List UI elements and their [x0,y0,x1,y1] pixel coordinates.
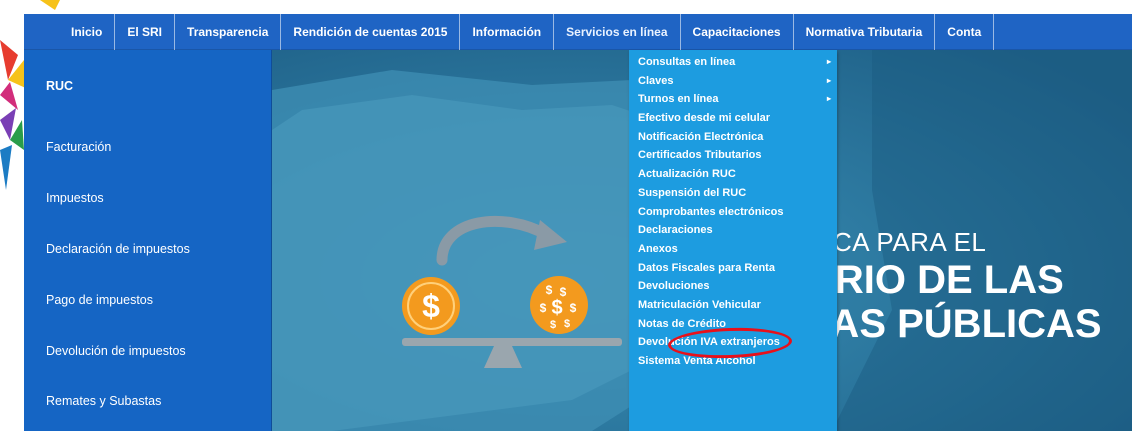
sidebar-item-remates-y-subastas[interactable]: Remates y Subastas [24,376,271,427]
svg-text:$: $ [546,283,553,297]
menu-item-label: Claves [638,74,674,87]
nav-item-capacitaciones[interactable]: Capacitaciones [681,13,794,50]
servicios-en-linea-dropdown: Consultas en línea ▸ Claves ▸ Turnos en lí… [629,50,837,431]
nav-item-contactos[interactable]: Conta [935,13,995,50]
nav-item-normativa-tributaria[interactable]: Normativa Tributaria [794,13,936,50]
menu-item-notificacion-electronica[interactable]: Notificación Electrónica [629,128,837,147]
svg-text:$: $ [564,318,570,330]
hero-line-3: ZAS PÚBLICAS [806,302,1102,346]
sidebar-item-declaracion-de-impuestos[interactable]: Declaración de impuestos [24,224,271,275]
hero-headline: NICA PARA EL BRIO DE LAS ZAS PÚBLICAS [806,225,1102,347]
svg-text:$: $ [551,297,562,319]
menu-item-matriculacion-vehicular[interactable]: Matriculación Vehicular [629,296,837,315]
chevron-right-icon: ▸ [826,57,831,66]
menu-item-devoluciones[interactable]: Devoluciones [629,277,837,296]
menu-item-declaraciones[interactable]: Declaraciones [629,221,837,240]
nav-item-informacion[interactable]: Información [460,13,555,50]
coin-dollar-icon: $ [402,277,460,335]
menu-item-anexos[interactable]: Anexos [629,240,837,259]
menu-item-label: Turnos en línea [638,93,719,106]
sidebar-item-impuestos[interactable]: Impuestos [24,173,271,224]
sidebar-item-pago-de-impuestos[interactable]: Pago de impuestos [24,274,271,325]
menu-item-label: Consultas en línea [638,56,736,68]
menu-item-certificados-tributarios[interactable]: Certificados Tributarios [629,146,837,165]
menu-item-efectivo-desde-mi-celular[interactable]: Efectivo desde mi celular [629,109,837,128]
nav-item-transparencia[interactable]: Transparencia [175,13,282,50]
svg-text:$: $ [570,301,577,315]
menu-item-turnos-en-linea[interactable]: Turnos en línea ▸ [629,90,837,109]
svg-text:$: $ [550,319,556,331]
chevron-right-icon: ▸ [826,75,831,85]
sidebar-item-ruc[interactable]: RUC [24,50,271,122]
chevron-right-icon: ▸ [826,94,831,104]
hero-line-2: BRIO DE LAS [806,258,1064,302]
nav-item-rendicion-de-cuentas[interactable]: Rendición de cuentas 2015 [281,13,461,50]
nav-item-inicio[interactable]: Inicio [24,13,116,50]
menu-item-suspension-del-ruc[interactable]: Suspensión del RUC [629,184,837,203]
menu-item-claves[interactable]: Claves ▸ [629,72,837,91]
menu-item-comprobantes-electronicos[interactable]: Comprobantes electrónicos [629,203,837,222]
sidebar-item-devolucion-de-impuestos[interactable]: Devolución de impuestos [24,325,271,376]
svg-text:$: $ [540,301,547,315]
sidebar-menu: RUC Facturación Impuestos Declaración de… [24,50,272,431]
sidebar-item-facturacion[interactable]: Facturación [24,122,271,173]
nav-item-servicios-en-linea[interactable]: Servicios en línea [554,13,681,50]
hero-line-1: NICA PARA EL [806,227,987,257]
nav-item-el-sri[interactable]: El SRI [115,13,176,50]
menu-item-consultas-en-linea[interactable]: Consultas en línea ▸ [629,53,837,72]
balance-scale-icon [402,338,622,346]
menu-item-actualizacion-ruc[interactable]: Actualización RUC [629,165,837,184]
top-navigation: Inicio El SRI Transparencia Rendición de… [24,13,1132,50]
menu-item-datos-fiscales-para-renta[interactable]: Datos Fiscales para Renta [629,259,837,278]
svg-text:$: $ [422,288,440,324]
sidebar-item-partial[interactable] [24,427,271,431]
coins-pile-icon: $ $ $ $ $ $ $ [530,276,588,334]
